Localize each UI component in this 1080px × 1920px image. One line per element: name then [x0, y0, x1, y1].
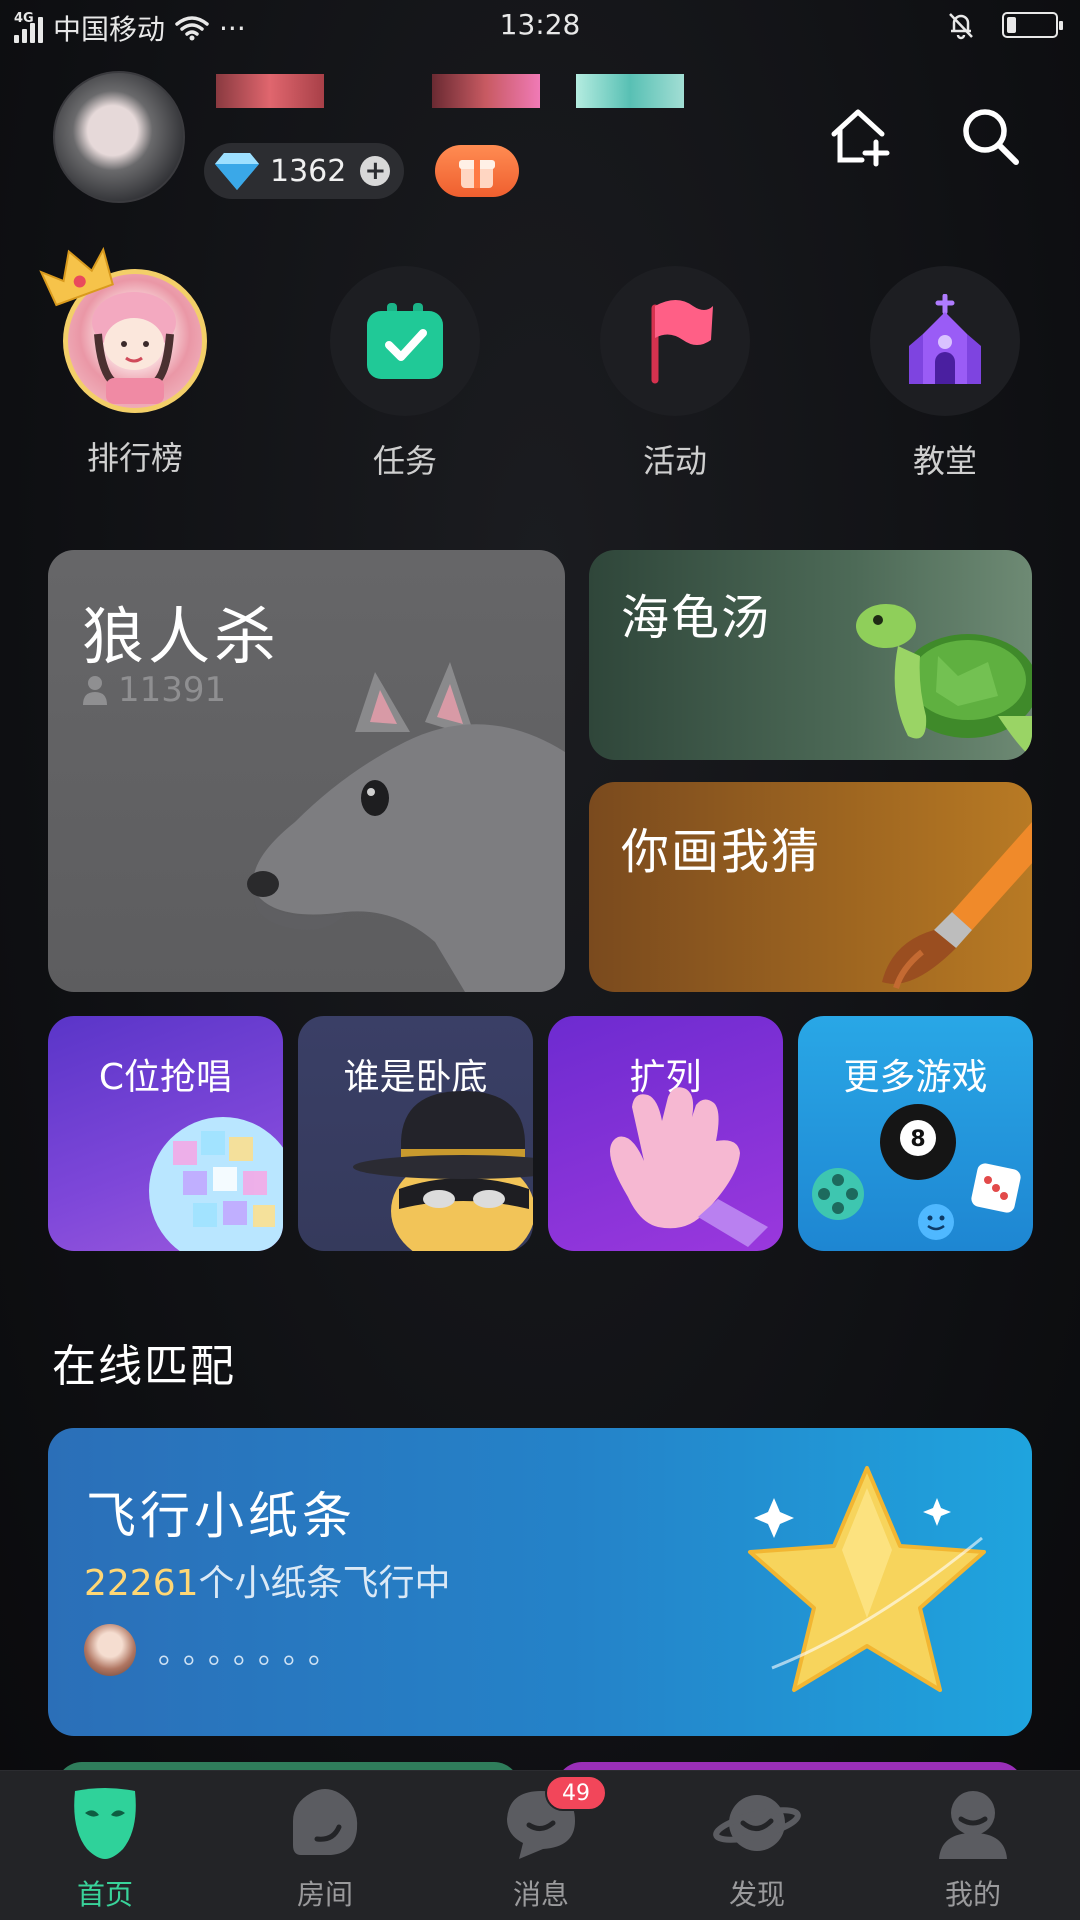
events-circle [600, 266, 750, 416]
nav-label: 房间 [296, 1878, 353, 1911]
game-card-more-games[interactable]: 更多游戏 8 [798, 1016, 1033, 1251]
game-card-turtle-soup[interactable]: 海龟汤 [589, 550, 1032, 760]
diamond-count: 1362 [270, 153, 347, 189]
draw-guess-title: 你画我猜 [621, 824, 822, 880]
quick-entry-tasks[interactable]: 任务 [330, 266, 480, 482]
status-bar: 4G 中国移动 ··· 13:28 [0, 0, 1080, 52]
nav-home[interactable]: 首页 [30, 1785, 180, 1913]
emoji-ball-icon [918, 1204, 954, 1240]
game-card-undercover[interactable]: 谁是卧底 [298, 1016, 533, 1251]
spy-icon [353, 1091, 533, 1251]
search-icon[interactable] [958, 104, 1022, 168]
star-icon [748, 1466, 986, 1692]
gift-icon [459, 160, 495, 188]
room-icon [287, 1785, 363, 1861]
nav-me[interactable]: 我的 [898, 1785, 1048, 1913]
planet-icon [713, 1785, 801, 1861]
status-time: 13:28 [499, 8, 581, 41]
werewolf-player-count: 11391 [82, 670, 226, 710]
bell-muted-icon [949, 13, 973, 40]
battery-level [1007, 17, 1017, 33]
quick-entry-label: 教堂 [912, 442, 977, 480]
chat-bubble-icon: 49 [503, 1775, 607, 1861]
waving-hand-icon [610, 1087, 768, 1247]
nav-label: 发现 [728, 1878, 785, 1911]
eight-ball-icon: 8 [880, 1104, 956, 1180]
quick-entry-label: 活动 [642, 442, 707, 480]
nav-rooms[interactable]: 房间 [250, 1785, 400, 1913]
quick-entry-church[interactable]: 教堂 [870, 266, 1020, 482]
status-right [946, 10, 1063, 40]
paper-plane-message-preview: 。。。。。。。 [158, 1636, 348, 1671]
profile-icon [935, 1785, 1011, 1861]
paper-plane-user-avatar [84, 1624, 136, 1676]
disco-ball-icon [149, 1117, 283, 1251]
game-card-draw-guess[interactable]: 你画我猜 [589, 782, 1032, 992]
paintbrush-icon [882, 822, 1032, 989]
diamond-balance[interactable]: 1362 + [204, 143, 404, 199]
paper-plane-count: 22261 [84, 1563, 199, 1604]
add-room-icon[interactable] [826, 104, 890, 168]
mask-icon [67, 1785, 143, 1861]
paper-plane-title: 飞行小纸条 [86, 1487, 356, 1545]
paper-plane-count-suffix: 个小纸条飞行中 [198, 1563, 451, 1604]
task-calendar-icon [367, 303, 443, 379]
more-games-title: 更多游戏 [843, 1057, 988, 1098]
dice-icon [971, 1163, 1021, 1213]
c-position-sing-title: C位抢唱 [98, 1057, 233, 1098]
game-card-c-position-sing[interactable]: C位抢唱 [48, 1016, 283, 1251]
quick-entry-ranking[interactable]: 排行榜 [39, 246, 210, 479]
game-card-werewolf[interactable]: 狼人杀 11391 [48, 550, 565, 992]
unread-badge: 49 [545, 1775, 607, 1811]
wolf-icon [247, 662, 565, 992]
battery-icon [1002, 12, 1063, 38]
turtle-soup-title: 海龟汤 [621, 590, 772, 646]
church-icon [909, 294, 981, 384]
film-reel-icon [812, 1168, 864, 1220]
paper-plane-card[interactable]: 飞行小纸条 22261个小纸条飞行中 。。。。。。。 [48, 1428, 1032, 1736]
bottom-nav: 首页 房间 49 消息 发现 我的 [0, 1770, 1080, 1920]
person-icon [83, 676, 107, 705]
online-match-section-title: 在线匹配 [52, 1341, 236, 1392]
gift-button[interactable] [435, 145, 519, 197]
nav-discover[interactable]: 发现 [682, 1785, 832, 1913]
church-circle [870, 266, 1020, 416]
quick-entry-events[interactable]: 活动 [600, 266, 750, 482]
turtle-icon [856, 604, 1032, 756]
flag-icon [651, 300, 713, 384]
quick-entry-label: 任务 [372, 442, 437, 480]
recharge-plus-button[interactable]: + [360, 156, 391, 186]
tasks-circle [330, 266, 480, 416]
werewolf-count-value: 11391 [118, 670, 227, 710]
diamond-icon [215, 153, 259, 190]
ranking-avatar [39, 246, 207, 413]
paper-plane-subtitle: 22261个小纸条飞行中 [84, 1554, 451, 1606]
nav-messages[interactable]: 49 消息 [466, 1775, 616, 1913]
nav-label: 消息 [512, 1878, 569, 1911]
quick-entry-label: 排行榜 [86, 439, 183, 477]
nav-label: 首页 [76, 1878, 133, 1911]
svg-text:8: 8 [910, 1127, 925, 1152]
game-card-make-friends[interactable]: 扩列 [548, 1016, 783, 1251]
nav-label: 我的 [944, 1878, 1001, 1911]
user-avatar[interactable] [53, 71, 185, 203]
